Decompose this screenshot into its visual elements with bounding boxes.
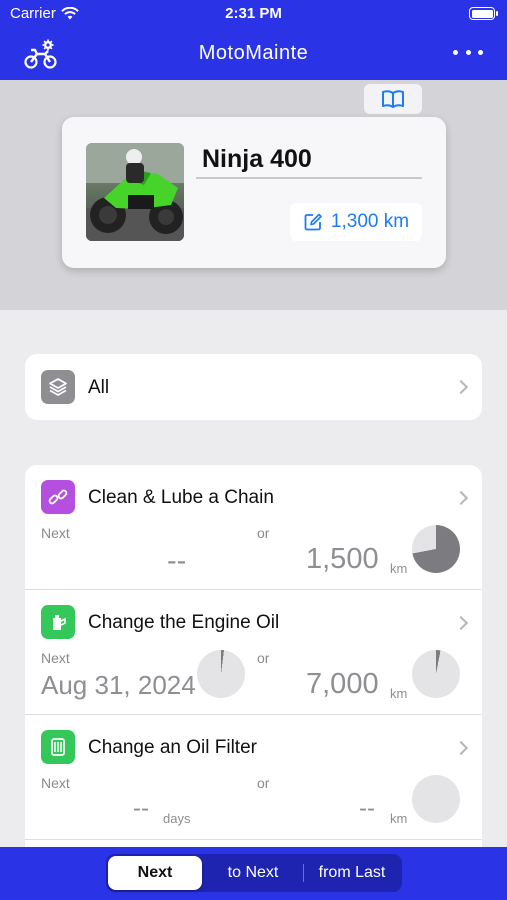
chevron-right-icon [453, 615, 469, 631]
segment-from-last[interactable]: from Last [304, 854, 400, 892]
layers-icon [41, 370, 75, 404]
distance-unit: km [390, 686, 408, 701]
next-distance-value: 1,500 [306, 543, 379, 575]
chevron-right-icon [453, 490, 469, 506]
bike-card[interactable]: Ninja 400 1,300 km [62, 117, 446, 268]
divider [25, 839, 482, 840]
app-title: MotoMainte [198, 42, 309, 64]
more-dots-icon [453, 49, 458, 55]
date-progress-pie [197, 650, 245, 698]
manual-button[interactable] [364, 84, 422, 114]
battery-icon [469, 7, 498, 20]
nav-bar: MotoMainte [0, 30, 507, 80]
edit-icon [304, 213, 322, 231]
distance-progress-pie [412, 525, 460, 573]
item-title: Change the Engine Oil [88, 612, 280, 633]
bottom-bar: Next to Next from Last [0, 847, 507, 900]
display-mode-segmented-control[interactable]: Next to Next from Last [106, 854, 402, 892]
odometer-value: 1,300 km [330, 211, 410, 232]
or-label: or [257, 775, 270, 791]
or-label: or [257, 525, 270, 541]
motorcycle-image [86, 143, 184, 241]
more-button[interactable] [453, 42, 483, 62]
item-title: Clean & Lube a Chain [88, 487, 274, 508]
distance-progress-pie [412, 650, 460, 698]
top-bar: Carrier 2:31 PM MotoMainte [0, 0, 507, 80]
book-icon [382, 90, 404, 108]
oil-filter-icon [41, 730, 75, 764]
maintenance-list: Clean & Lube a Chain Next or -- 1,500 km… [25, 465, 482, 865]
distance-unit: km [390, 561, 408, 576]
next-date-value: -- [133, 795, 149, 822]
next-distance-value: 7,000 [306, 668, 379, 700]
odometer-button[interactable]: 1,300 km [290, 203, 422, 241]
bike-name[interactable]: Ninja 400 [202, 145, 312, 174]
status-time: 2:31 PM [225, 5, 282, 22]
list-item[interactable]: Change the Engine Oil Next or Aug 31, 20… [25, 590, 482, 715]
next-date-value: Aug 31, 2024 [41, 670, 196, 700]
list-item[interactable]: Change an Oil Filter Next or -- days -- … [25, 715, 482, 840]
next-label: Next [41, 525, 70, 541]
chevron-right-icon [453, 379, 469, 395]
category-filter-row[interactable]: All [25, 354, 482, 420]
item-title: Change an Oil Filter [88, 737, 257, 758]
date-unit: days [163, 811, 191, 826]
chevron-right-icon [453, 740, 469, 756]
next-label: Next [41, 775, 70, 791]
next-date-value: -- [167, 545, 187, 577]
status-bar: Carrier 2:31 PM [0, 0, 507, 30]
segment-next[interactable]: Next [108, 856, 202, 890]
filter-label: All [88, 377, 110, 398]
oil-can-icon [41, 605, 75, 639]
distance-progress-pie [412, 775, 460, 823]
next-label: Next [41, 650, 70, 666]
or-label: or [257, 650, 270, 666]
segment-to-next[interactable]: to Next [204, 854, 302, 892]
distance-unit: km [390, 811, 408, 826]
list-item[interactable]: Clean & Lube a Chain Next or -- 1,500 km [25, 465, 482, 590]
chain-icon [41, 480, 75, 514]
next-distance-value: -- [359, 795, 375, 822]
name-underline [196, 177, 422, 179]
bike-photo[interactable] [86, 143, 184, 241]
